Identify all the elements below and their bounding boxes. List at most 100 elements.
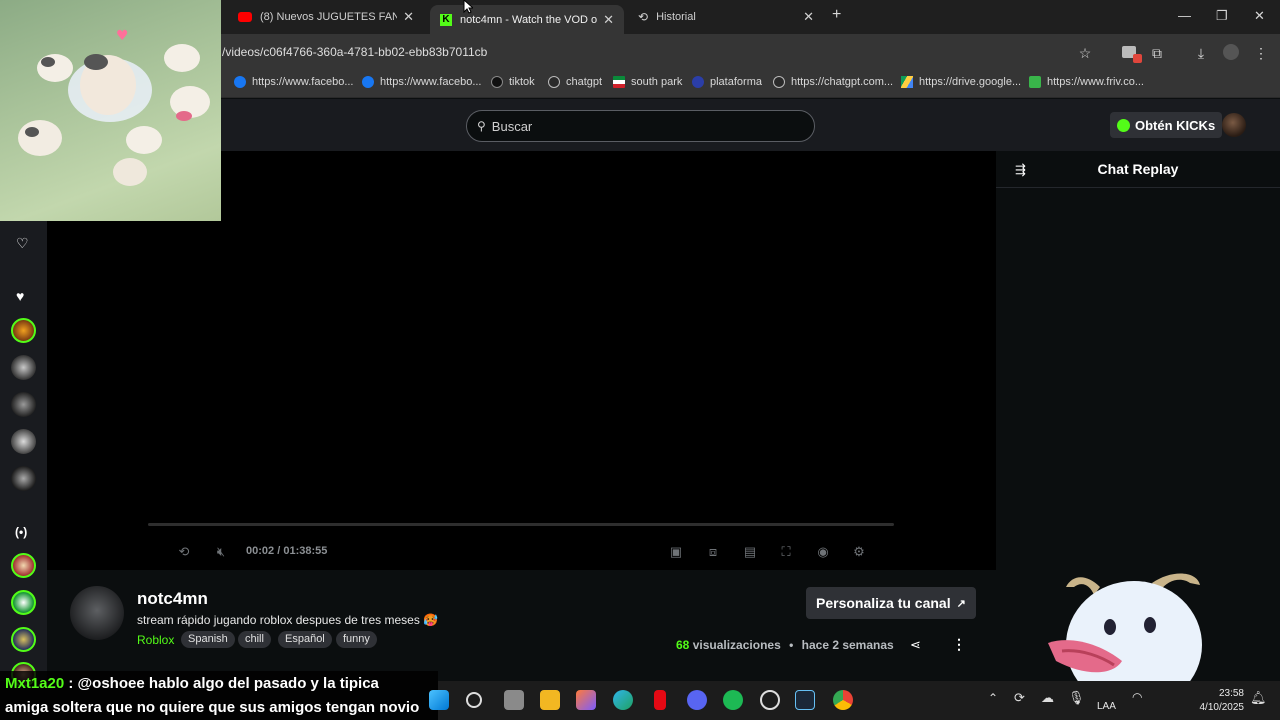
recommended-channel-avatar[interactable] (11, 627, 36, 652)
followed-channel-avatar[interactable] (11, 429, 36, 454)
microphone-icon[interactable]: 🎙︎ (1068, 690, 1085, 706)
chat-header: ⇶ Chat Replay (996, 151, 1280, 188)
onedrive-cloud-icon[interactable]: ☁ (1041, 690, 1054, 706)
profile-avatar[interactable] (1222, 44, 1240, 62)
get-kicks-button[interactable]: Obtén KICKs (1110, 112, 1223, 138)
copilot-icon[interactable] (576, 690, 596, 710)
miniplayer-icon[interactable]: ▤ (742, 544, 758, 560)
restore-button[interactable]: ❐ (1216, 8, 1228, 24)
mouse-cursor (463, 0, 473, 14)
system-clock[interactable]: 23:58 4/10/2025 (1196, 687, 1245, 715)
extension-alert-icon[interactable] (1120, 44, 1142, 63)
chatgpt-icon (773, 76, 785, 88)
stream-title: stream rápido jugando roblox despues de … (137, 613, 439, 627)
bookmark-star-icon[interactable]: ☆ (1076, 44, 1094, 62)
facebook-icon (362, 76, 374, 88)
close-icon[interactable]: ✕ (603, 12, 614, 28)
bookmark-drive[interactable]: https://drive.google... (901, 76, 1021, 88)
extensions-icon[interactable]: ⧉ (1148, 44, 1166, 62)
bookmark-label: https://chatgpt.com... (791, 76, 894, 88)
tag-spanish[interactable]: Spanish (181, 631, 235, 648)
overlay-message-line-2: amiga soltera que no quiere que sus amig… (5, 699, 420, 716)
tab-history[interactable]: ⟲ Historial ✕ (628, 4, 824, 30)
menu-icon[interactable]: ⋮ (1252, 44, 1270, 62)
file-explorer-icon[interactable] (540, 690, 560, 710)
bookmark-plataforma[interactable]: plataforma (692, 76, 762, 88)
seek-bar[interactable] (148, 523, 894, 526)
mute-icon[interactable]: 🔇︎ (213, 544, 229, 560)
search-input[interactable]: ⚲ Buscar (466, 110, 815, 142)
opera-icon[interactable] (760, 690, 780, 710)
customize-channel-button[interactable]: Personaliza tu canal ↗ (806, 587, 976, 619)
rewind-icon[interactable]: ⟲ (176, 544, 192, 560)
spotify-icon[interactable] (723, 690, 743, 710)
theater-icon[interactable]: ⧈ (705, 544, 721, 560)
bookmark-tiktok[interactable]: tiktok (491, 76, 535, 88)
bookmark-friv[interactable]: https://www.friv.co... (1029, 76, 1144, 88)
settings-gear-icon[interactable]: ⚙ (851, 544, 867, 560)
chrome-icon[interactable] (833, 690, 853, 710)
share-icon[interactable]: ⋖ (910, 637, 921, 653)
followed-channel-avatar[interactable] (11, 466, 36, 491)
bookmark-label: https://drive.google... (919, 76, 1022, 88)
channel-avatar[interactable] (70, 586, 124, 640)
followed-channel-avatar[interactable] (11, 318, 36, 343)
kick-icon: K (440, 13, 452, 26)
windows-start-icon[interactable] (429, 690, 449, 710)
autoplay-icon[interactable]: ◉ (815, 544, 831, 560)
tag-chill[interactable]: chill (238, 631, 271, 648)
keyboard-language[interactable]: LAA (1097, 701, 1116, 712)
tray-chevron-icon[interactable]: ⌃ (988, 691, 998, 705)
close-icon[interactable]: ✕ (403, 9, 414, 25)
recommended-channel-avatar[interactable] (11, 590, 36, 615)
discord-icon[interactable] (687, 690, 707, 710)
view-count: 68 (676, 638, 690, 652)
heart-outline-icon[interactable]: ♡ (16, 235, 29, 252)
bookmark-chatgpt-com[interactable]: https://chatgpt.com... (773, 76, 893, 88)
followed-channel-avatar[interactable] (11, 355, 36, 380)
search-icon[interactable] (466, 692, 482, 708)
new-tab-button[interactable]: + (832, 6, 841, 24)
task-view-icon[interactable] (504, 690, 524, 710)
tab-kick-vod[interactable]: K notc4mn - Watch the VOD on Kick ✕ (430, 5, 624, 34)
channel-name[interactable]: notc4mn (137, 589, 208, 609)
minimize-button[interactable]: — (1178, 8, 1191, 23)
youtube-icon (238, 12, 252, 22)
following-heart-icon[interactable]: ♥ (16, 288, 24, 304)
recommended-channel-avatar[interactable] (11, 553, 36, 578)
close-icon[interactable]: ✕ (803, 9, 814, 25)
tab-title: notc4mn - Watch the VOD on Kick (460, 13, 598, 26)
category-link[interactable]: Roblox (137, 633, 174, 647)
search-icon: ⚲ (477, 119, 486, 133)
bookmark-facebook-2[interactable]: https://www.facebo... (362, 76, 482, 88)
tab-youtube[interactable]: (8) Nuevos JUGUETES FANTASTICOS ✕ (228, 4, 424, 30)
more-options-icon[interactable]: ⋮ (952, 636, 966, 653)
bookmark-facebook-1[interactable]: https://www.facebo... (234, 76, 354, 88)
bookmark-label: south park (631, 76, 683, 88)
url-field[interactable]: /videos/c06f4766-360a-4781-bb02-ebb83b70… (222, 45, 487, 59)
sync-icon[interactable]: ⟳ (1014, 690, 1025, 706)
live-broadcast-icon[interactable]: (•) (15, 525, 27, 539)
svg-text:♥: ♥ (116, 28, 129, 44)
edge-icon[interactable] (613, 690, 633, 710)
fullscreen-icon[interactable]: ⛶ (778, 544, 794, 560)
get-kicks-label: Obtén KICKs (1135, 117, 1216, 133)
wifi-icon[interactable]: ◠ (1132, 690, 1142, 704)
notification-icon[interactable]: 🔔︎ (1250, 690, 1267, 706)
friv-icon (1029, 76, 1041, 88)
tag-funny[interactable]: funny (336, 631, 377, 648)
bookmark-label: https://www.facebo... (380, 76, 482, 88)
steam-icon[interactable] (795, 690, 815, 710)
close-window-button[interactable]: ✕ (1254, 8, 1265, 24)
bookmark-chatgpt[interactable]: chatgpt (548, 76, 602, 88)
netflix-icon[interactable] (654, 690, 666, 710)
followed-channel-avatar[interactable] (11, 392, 36, 417)
bookmark-south-park[interactable]: south park (613, 76, 682, 88)
kicks-icon (1117, 118, 1130, 132)
user-avatar[interactable] (1222, 113, 1246, 137)
facebook-icon (234, 76, 246, 88)
download-icon[interactable]: ⤓ (1192, 44, 1210, 62)
tag-espanol[interactable]: Español (278, 631, 332, 648)
clip-icon[interactable]: ▣ (668, 544, 684, 560)
chatgpt-icon (548, 76, 560, 88)
